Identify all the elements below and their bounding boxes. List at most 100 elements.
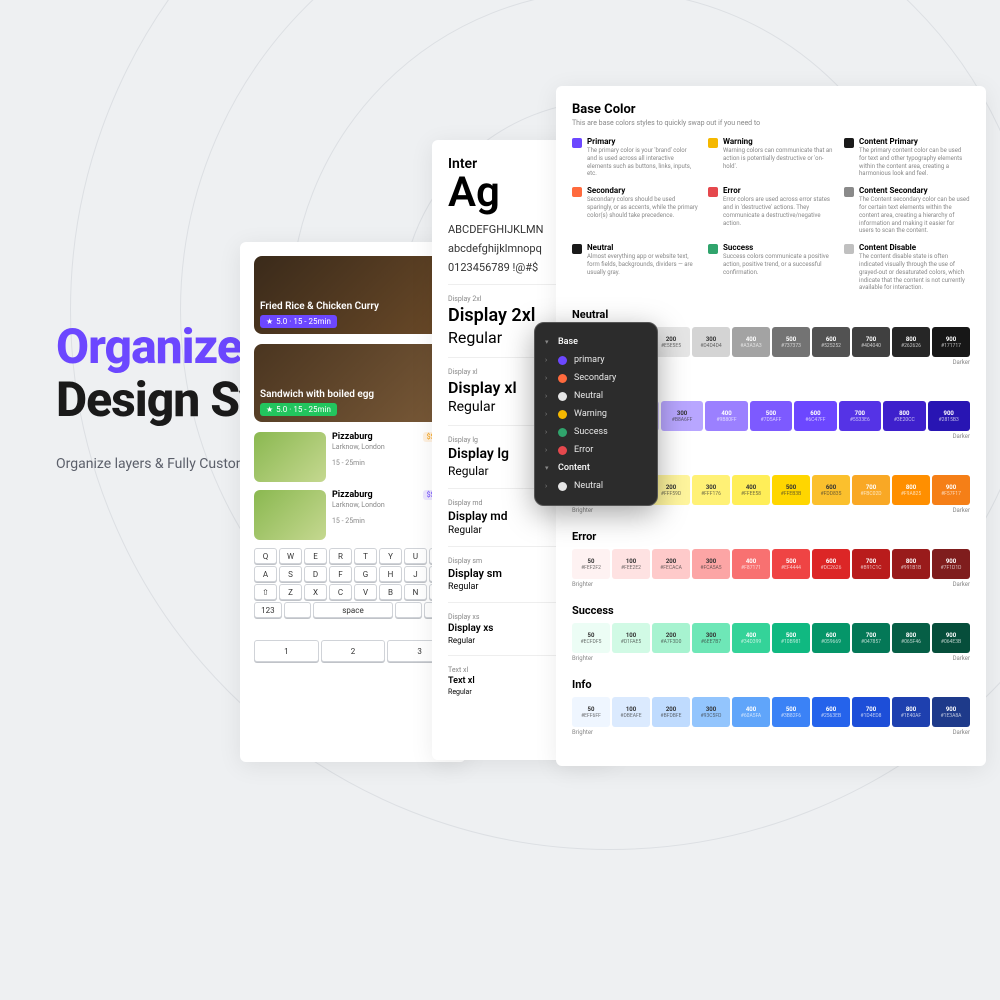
numpad-key[interactable]: 2 (321, 640, 386, 662)
color-chip[interactable]: 900#F57F17 (932, 475, 970, 505)
color-chip[interactable]: 900#1E3A8A (932, 697, 970, 727)
color-chip[interactable]: 700#047857 (852, 623, 890, 653)
color-chip[interactable]: 600#059669 (812, 623, 850, 653)
popover-item[interactable]: ›Warning (543, 405, 649, 423)
color-chip[interactable]: 900#064E3B (932, 623, 970, 653)
color-chip[interactable]: 600#6C47FF (794, 401, 836, 431)
popover-item[interactable]: ›Error (543, 441, 649, 459)
color-chip[interactable]: 500#3B82F6 (772, 697, 810, 727)
ramp-title: Error (572, 530, 970, 543)
color-chip[interactable]: 300#FCA5A5 (692, 549, 730, 579)
keyboard-key[interactable]: Q (254, 548, 277, 564)
keyboard-key[interactable]: S (279, 566, 302, 582)
color-chip[interactable]: 50#EFF6FF (572, 697, 610, 727)
keyboard-key[interactable]: C (329, 584, 352, 600)
keyboard-key[interactable]: G (354, 566, 377, 582)
color-chip[interactable]: 400#9B80FF (705, 401, 747, 431)
color-chip[interactable]: 600#DC2626 (812, 549, 850, 579)
color-chip[interactable]: 600#525252 (812, 327, 850, 357)
color-chip[interactable]: 700#FBC02D (852, 475, 890, 505)
color-chip[interactable]: 500#7D5AFF (750, 401, 792, 431)
color-chip[interactable]: 500#FFEB3B (772, 475, 810, 505)
color-chip[interactable]: 300#B8A6FF (661, 401, 703, 431)
color-chip[interactable]: 400#34D399 (732, 623, 770, 653)
keyboard-key[interactable]: ⇧ (254, 584, 277, 600)
color-ramp: Success 50#ECFDF5100#D1FAE5200#A7F3D0300… (572, 604, 970, 662)
keyboard-key[interactable]: W (279, 548, 302, 564)
legend-name: Warning (723, 137, 834, 146)
popover-item[interactable]: ›Success (543, 423, 649, 441)
keyboard-key[interactable]: H (379, 566, 402, 582)
color-ramp: Error 50#FEF2F2100#FEE2E2200#FECACA300#F… (572, 530, 970, 588)
keyboard-key[interactable]: Z (279, 584, 302, 600)
color-chip[interactable]: 500#737373 (772, 327, 810, 357)
color-chip[interactable]: 200#FECACA (652, 549, 690, 579)
keyboard-key[interactable]: J (404, 566, 427, 582)
food-card[interactable]: Fried Rice & Chicken Curry ★ 5.0 · 15 - … (254, 256, 452, 334)
keyboard-key[interactable]: space (313, 602, 392, 618)
keyboard-key[interactable]: E (304, 548, 327, 564)
color-chip[interactable]: 900#7F1D1D (932, 549, 970, 579)
color-chip[interactable]: 800#065F46 (892, 623, 930, 653)
color-chip[interactable]: 600#2563EB (812, 697, 850, 727)
keyboard-key[interactable]: D (304, 566, 327, 582)
keyboard-key[interactable]: A (254, 566, 277, 582)
color-chip[interactable]: 300#93C5FD (692, 697, 730, 727)
color-chip[interactable]: 800#F9A825 (892, 475, 930, 505)
color-chip[interactable]: 50#FEF2F2 (572, 549, 610, 579)
color-chip[interactable]: 200#A7F3D0 (652, 623, 690, 653)
color-chip[interactable]: 900#2815B3 (928, 401, 970, 431)
keyboard-key[interactable]: V (354, 584, 377, 600)
popover-item[interactable]: ›primary (543, 351, 649, 369)
color-chip[interactable]: 600#FDD835 (812, 475, 850, 505)
color-chip[interactable]: 800#3E20CC (883, 401, 925, 431)
color-popover[interactable]: ▾Base›primary›Secondary›Neutral›Warning›… (534, 322, 658, 506)
ramp-title: Info (572, 678, 970, 691)
color-chip[interactable]: 900#171717 (932, 327, 970, 357)
color-chip[interactable]: 300#D4D4D4 (692, 327, 730, 357)
color-chip[interactable]: 500#EF4444 (772, 549, 810, 579)
color-chip[interactable]: 200#BFDBFE (652, 697, 690, 727)
color-chip[interactable]: 300#FFF176 (692, 475, 730, 505)
keyboard-key[interactable]: N (404, 584, 427, 600)
color-chip[interactable]: 300#6EE7B7 (692, 623, 730, 653)
keyboard-key[interactable]: B (379, 584, 402, 600)
color-chip[interactable]: 100#DBEAFE (612, 697, 650, 727)
keyboard-key[interactable]: F (329, 566, 352, 582)
color-chip[interactable]: 400#A3A3A3 (732, 327, 770, 357)
keyboard-key[interactable]: T (354, 548, 377, 564)
popover-item[interactable]: ›Neutral (543, 387, 649, 405)
color-chip[interactable]: 800#262626 (892, 327, 930, 357)
popover-item[interactable]: ›Neutral (543, 477, 649, 495)
legend-item: Content Primary The primary content colo… (844, 137, 970, 178)
color-chip[interactable]: 400#60A5FA (732, 697, 770, 727)
list-item[interactable]: Pizzaburg Larknow, London 15 - 25min $$ … (254, 490, 452, 540)
color-chip[interactable]: 100#D1FAE5 (612, 623, 650, 653)
food-card[interactable]: Sandwich with boiled egg ★ 5.0 · 15 - 25… (254, 344, 452, 422)
legend-desc: Error colors are used across error state… (723, 196, 834, 227)
numpad-key[interactable]: 1 (254, 640, 319, 662)
color-dot-icon (558, 446, 567, 455)
keyboard-key[interactable]: R (329, 548, 352, 564)
legend-item: Warning Warning colors can communicate t… (708, 137, 834, 178)
keyboard-key[interactable]: Y (379, 548, 402, 564)
list-item[interactable]: Pizzaburg Larknow, London 15 - 25min $$ … (254, 432, 452, 482)
keyboard-key[interactable]: X (304, 584, 327, 600)
color-chip[interactable]: 500#10B981 (772, 623, 810, 653)
color-chip[interactable]: 100#FEE2E2 (612, 549, 650, 579)
keyboard-key[interactable]: 123 (254, 602, 282, 618)
color-chip[interactable]: 700#404040 (852, 327, 890, 357)
color-chip[interactable]: 800#991B1B (892, 549, 930, 579)
color-chip[interactable]: 50#ECFDF5 (572, 623, 610, 653)
color-swatch (708, 138, 718, 148)
keyboard-key[interactable]: U (404, 548, 427, 564)
color-chip[interactable]: 700#5533E6 (839, 401, 881, 431)
color-chip[interactable]: 700#1D4ED8 (852, 697, 890, 727)
color-chip[interactable]: 400#F87171 (732, 549, 770, 579)
popover-item[interactable]: ›Secondary (543, 369, 649, 387)
color-chip[interactable]: 800#1E40AF (892, 697, 930, 727)
keyboard-key[interactable] (284, 602, 312, 618)
keyboard-key[interactable] (395, 602, 423, 618)
color-chip[interactable]: 700#B91C1C (852, 549, 890, 579)
color-chip[interactable]: 400#FFEE58 (732, 475, 770, 505)
